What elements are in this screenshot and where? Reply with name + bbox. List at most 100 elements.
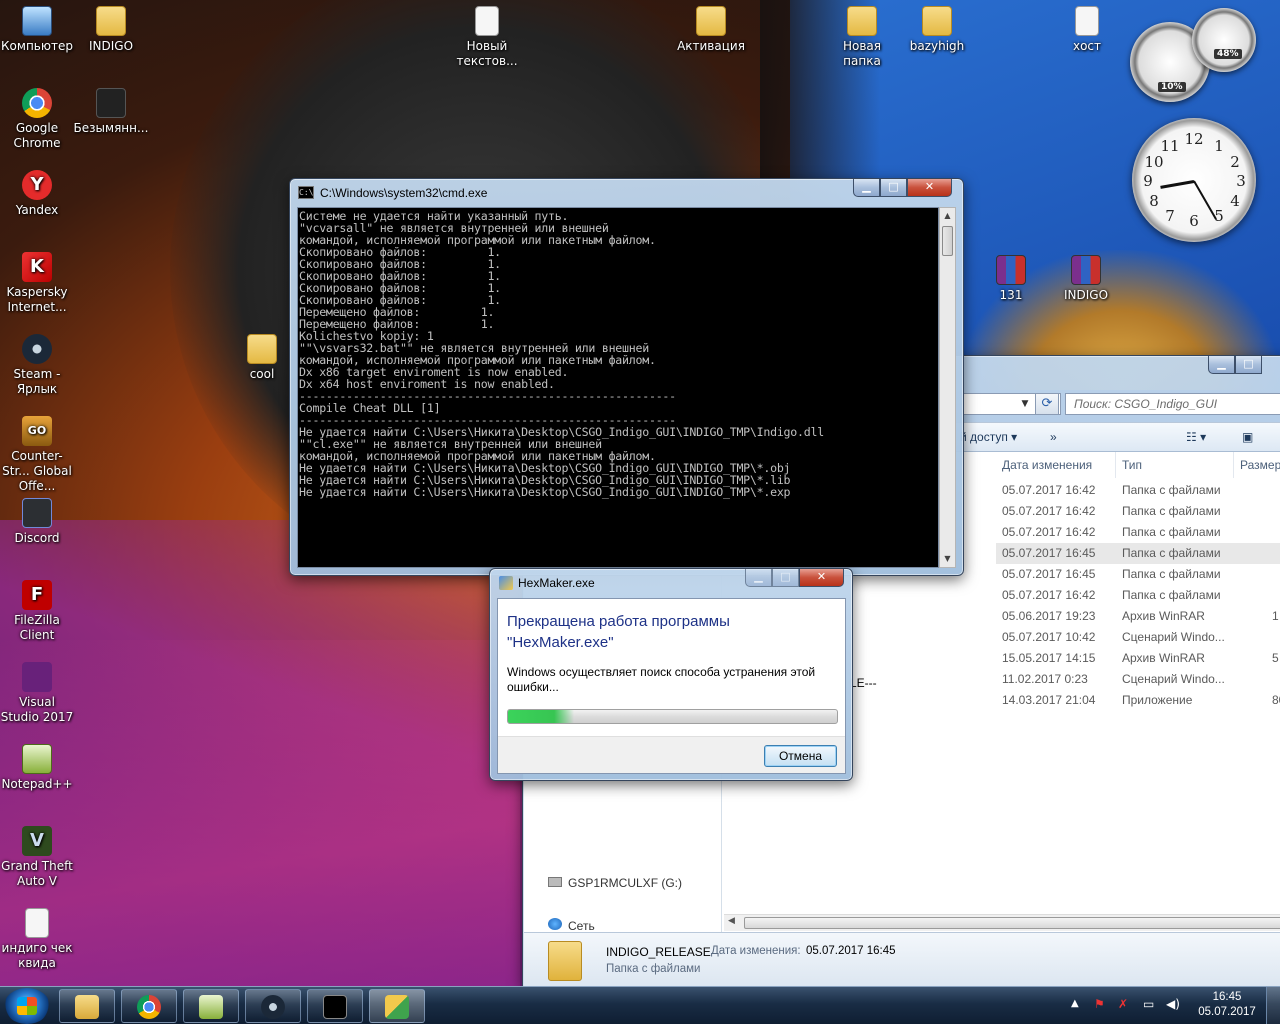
ram-meter-gadget[interactable]: 48% <box>1192 8 1256 72</box>
row-type: Папка с файлами <box>1122 504 1221 518</box>
row-type: Папка с файлами <box>1122 483 1221 497</box>
desktop-icon-kaspersky[interactable]: K Kaspersky Internet... <box>0 252 75 315</box>
taskbar-button-cmd[interactable] <box>307 989 363 1023</box>
show-desktop-button[interactable] <box>1266 987 1280 1024</box>
nav-item-network[interactable]: Сеть <box>548 918 595 933</box>
preview-pane-icon[interactable]: ▣ <box>1242 430 1253 444</box>
column-header-type[interactable]: Тип <box>1116 452 1234 478</box>
desktop-icon-host[interactable]: хост <box>1049 6 1125 54</box>
console-icon <box>323 995 347 1019</box>
row-date: 05.07.2017 16:45 <box>1002 546 1096 560</box>
minimize-button[interactable]: ▁ <box>853 179 880 197</box>
desktop-icon-rar-indigo[interactable]: INDIGO <box>1048 255 1124 303</box>
clock-gadget[interactable]: 12 1 2 3 4 5 6 7 8 9 10 11 <box>1132 118 1256 242</box>
row-type: Папка с файлами <box>1122 567 1221 581</box>
scroll-up-icon[interactable]: ▲ <box>940 208 955 224</box>
column-header-date[interactable]: Дата изменения <box>996 452 1116 478</box>
show-hidden-icons[interactable]: ▲ <box>1071 998 1079 1009</box>
desktop-icon-new-folder[interactable]: Новая папка <box>824 6 900 69</box>
table-row[interactable]: 05.07.2017 16:45 Папка с файлами <box>996 564 1280 585</box>
taskbar: ▲ ⚑ ✗ ▭ ◀) 16:45 05.07.2017 <box>0 986 1280 1024</box>
minimize-button[interactable]: ▁ <box>1208 356 1235 374</box>
desktop-icon-bazyhigh[interactable]: bazyhigh <box>899 6 975 54</box>
start-button[interactable] <box>4 988 50 1024</box>
table-row[interactable]: 14.03.2017 21:04 Приложение 80 <box>996 690 1280 711</box>
ram-usage-value: 48% <box>1214 49 1242 59</box>
network-icon[interactable]: ▭ <box>1143 997 1154 1011</box>
desktop-icon-gta[interactable]: V Grand Theft Auto V <box>0 826 75 889</box>
desktop-icon-computer[interactable]: Компьютер <box>0 6 75 54</box>
antivirus-icon[interactable]: ✗ <box>1118 997 1128 1011</box>
table-row[interactable]: 05.07.2017 16:45 Папка с файлами <box>996 543 1280 564</box>
desktop-icon-new-text[interactable]: Новый текстов... <box>449 6 525 69</box>
table-row[interactable]: 05.07.2017 16:42 Папка с файлами <box>996 522 1280 543</box>
cpu-usage-value: 10% <box>1158 82 1186 92</box>
desktop-icon-indigo-check[interactable]: индиго чек квида <box>0 908 75 971</box>
scroll-down-icon[interactable]: ▼ <box>940 551 955 567</box>
vertical-scrollbar[interactable]: ▲ ▼ <box>939 207 956 568</box>
more-commands-button[interactable]: » <box>1050 430 1057 444</box>
search-input[interactable]: Поиск: CSGO_Indigo_GUI <box>1065 393 1280 415</box>
column-header-size[interactable]: Размер <box>1234 452 1280 478</box>
nav-item-drive-g[interactable]: GSP1RMCULXF (G:) <box>548 876 682 890</box>
taskbar-button-explorer[interactable] <box>59 989 115 1023</box>
table-row[interactable]: 05.07.2017 16:42 Папка с файлами <box>996 480 1280 501</box>
desktop-icon-visual-studio[interactable]: Visual Studio 2017 <box>0 662 75 725</box>
row-date: 14.03.2017 21:04 <box>1002 693 1096 707</box>
folder-icon <box>548 941 582 981</box>
discord-icon <box>22 498 52 528</box>
maximize-button[interactable]: □ <box>1235 356 1262 374</box>
close-button[interactable]: ✕ <box>799 569 844 587</box>
details-date-value: 05.07.2017 16:45 <box>806 945 896 957</box>
cmd-window[interactable]: C:\ C:\Windows\system32\cmd.exe ▁ □ ✕ Си… <box>289 178 964 576</box>
notepadpp-icon <box>199 995 223 1019</box>
taskbar-button-chrome[interactable] <box>121 989 177 1023</box>
dialog-footer: Отмена <box>498 736 845 773</box>
taskbar-button-problem-reporting[interactable] <box>369 989 425 1023</box>
desktop-icon-indigo-folder[interactable]: INDIGO <box>73 6 149 54</box>
folder-icon <box>96 6 126 36</box>
scrollbar-thumb[interactable] <box>744 917 1280 929</box>
taskbar-button-notepadpp[interactable] <box>183 989 239 1023</box>
desktop-icon-activation[interactable]: Активация <box>673 6 749 54</box>
details-kind: Папка с файлами <box>606 963 701 975</box>
table-row[interactable]: 05.07.2017 16:42 Папка с файлами <box>996 585 1280 606</box>
taskbar-button-steam[interactable] <box>245 989 301 1023</box>
taskbar-clock[interactable]: 16:45 05.07.2017 <box>1196 990 1258 1020</box>
hexmaker-error-dialog[interactable]: HexMaker.exe ▁ □ ✕ Прекращена работа про… <box>489 568 853 781</box>
cancel-button[interactable]: Отмена <box>764 745 837 767</box>
view-options-icon[interactable]: ☷ ▾ <box>1186 430 1206 444</box>
table-row[interactable]: 11.02.2017 0:23 Сценарий Windo... <box>996 669 1280 690</box>
desktop-icon-csgo[interactable]: GO Counter-Str... Global Offe... <box>0 416 75 494</box>
steam-icon <box>22 334 52 364</box>
console-output[interactable]: Системе не удается найти указанный путь.… <box>297 207 939 568</box>
desktop-icon-filezilla[interactable]: F FileZilla Client <box>0 580 75 643</box>
close-button[interactable]: ✕ <box>907 179 952 197</box>
share-menu-button[interactable]: й доступ ▾ <box>960 430 1017 444</box>
volume-icon[interactable]: ◀) <box>1166 997 1180 1011</box>
visual-studio-icon <box>22 662 52 692</box>
desktop-icon-notepadpp[interactable]: Notepad++ <box>0 744 75 792</box>
desktop-icon-discord[interactable]: Discord <box>0 498 75 546</box>
row-date: 05.07.2017 16:42 <box>1002 588 1096 602</box>
folder-icon <box>847 6 877 36</box>
scrollbar-thumb[interactable] <box>942 226 953 256</box>
desktop-icon-unnamed[interactable]: Безымянн... <box>73 88 149 136</box>
horizontal-scrollbar[interactable]: ◀ ▶ <box>724 914 1280 931</box>
refresh-button[interactable]: ⟳ <box>1035 393 1059 415</box>
table-row[interactable]: 05.06.2017 19:23 Архив WinRAR 1 <box>996 606 1280 627</box>
action-center-flag-icon[interactable]: ⚑ <box>1094 997 1105 1011</box>
dialog-title: HexMaker.exe <box>518 576 595 590</box>
chevron-down-icon[interactable]: ▼ <box>1017 394 1033 414</box>
desktop-icon-yandex[interactable]: Y Yandex <box>0 170 75 218</box>
table-row[interactable]: 15.05.2017 14:15 Архив WinRAR 5 3 <box>996 648 1280 669</box>
scroll-left-icon[interactable]: ◀ <box>728 916 735 926</box>
desktop-icon-rar-131[interactable]: 131 <box>973 255 1049 303</box>
table-row[interactable]: 05.07.2017 10:42 Сценарий Windo... <box>996 627 1280 648</box>
table-row[interactable]: 05.07.2017 16:42 Папка с файлами <box>996 501 1280 522</box>
maximize-button[interactable]: □ <box>880 179 907 197</box>
desktop-icon-steam[interactable]: Steam - Ярлык <box>0 334 75 397</box>
desktop-icon-chrome[interactable]: Google Chrome <box>0 88 75 151</box>
clock-hour-hand <box>1160 180 1195 189</box>
row-type: Сценарий Windo... <box>1122 630 1225 644</box>
